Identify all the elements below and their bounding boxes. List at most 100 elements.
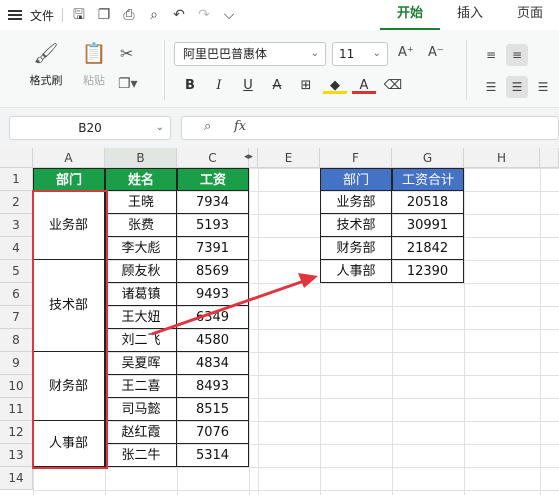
tab-page[interactable]: 页面 bbox=[500, 0, 559, 30]
print-icon[interactable]: ⎙ bbox=[121, 7, 137, 23]
name-cell[interactable]: 王二喜 bbox=[105, 375, 177, 398]
save-icon[interactable]: 🖫 bbox=[71, 7, 87, 23]
header-cell[interactable]: 工资 bbox=[177, 168, 249, 191]
align-left-icon[interactable]: ☰ bbox=[480, 76, 502, 98]
font-name-select[interactable]: 阿里巴巴普惠体 ⌄ bbox=[174, 42, 326, 66]
column-header-g[interactable]: G bbox=[392, 148, 464, 168]
export-pdf-icon[interactable]: ❐ bbox=[96, 7, 112, 23]
name-cell[interactable]: 司马懿 bbox=[105, 398, 177, 421]
align-center-icon[interactable]: ☰ bbox=[506, 76, 528, 98]
column-resize-icon[interactable]: ◂▸ bbox=[244, 152, 253, 162]
bold-icon[interactable]: B bbox=[178, 76, 202, 96]
salary-cell[interactable]: 7391 bbox=[177, 237, 249, 260]
header-cell[interactable]: 部门 bbox=[33, 168, 105, 191]
paste-button[interactable]: 📋 粘贴 bbox=[74, 40, 114, 88]
salary-cell[interactable]: 6349 bbox=[177, 306, 249, 329]
name-cell[interactable]: 赵红霞 bbox=[105, 421, 177, 444]
menu-icon[interactable] bbox=[8, 10, 22, 20]
row-header-13[interactable]: 13 bbox=[0, 444, 33, 467]
department-merged-cell[interactable]: 业务部 bbox=[33, 191, 105, 260]
tab-home[interactable]: 开始 bbox=[380, 0, 440, 30]
department-merged-cell[interactable]: 技术部 bbox=[33, 260, 105, 352]
underline-icon[interactable]: U bbox=[236, 76, 260, 96]
fill-color-icon[interactable]: ◆ bbox=[323, 76, 347, 94]
salary-cell[interactable]: 8569 bbox=[177, 260, 249, 283]
redo-icon[interactable]: ↷ bbox=[196, 7, 212, 23]
salary-cell[interactable]: 7934 bbox=[177, 191, 249, 214]
salary-cell[interactable]: 9493 bbox=[177, 283, 249, 306]
department-merged-cell[interactable]: 财务部 bbox=[33, 352, 105, 421]
align-right-icon[interactable]: ☰ bbox=[532, 76, 554, 98]
department-merged-cell[interactable]: 人事部 bbox=[33, 421, 105, 467]
font-color-icon[interactable]: A bbox=[352, 76, 376, 94]
header-cell[interactable]: 姓名 bbox=[105, 168, 177, 191]
row-header-3[interactable]: 3 bbox=[0, 214, 33, 237]
increase-font-icon[interactable]: A⁺ bbox=[398, 45, 414, 60]
column-header-a[interactable]: A bbox=[33, 148, 105, 168]
print-preview-icon[interactable]: ⌕ bbox=[146, 7, 162, 23]
column-header-e[interactable]: E bbox=[258, 148, 320, 168]
name-cell[interactable]: 顾友秋 bbox=[105, 260, 177, 283]
salary-cell[interactable]: 4580 bbox=[177, 329, 249, 352]
spreadsheet-grid[interactable]: A B C E F G H ◂▸ 1 2 3 4 5 6 7 8 9 10 11 12 13 14 部门 姓名 工资 王晓 7934… bbox=[0, 148, 559, 495]
file-menu[interactable]: 文件 bbox=[30, 7, 54, 24]
row-header-1[interactable]: 1 bbox=[0, 168, 33, 191]
name-box[interactable]: B20 ⌄ bbox=[9, 116, 171, 140]
font-size-select[interactable]: 11 ⌄ bbox=[332, 42, 388, 66]
name-cell[interactable]: 王大妞 bbox=[105, 306, 177, 329]
chevron-down-icon[interactable]: ⌵ bbox=[221, 7, 237, 23]
salary-cell[interactable]: 7076 bbox=[177, 421, 249, 444]
select-all-corner[interactable] bbox=[0, 148, 33, 168]
column-header-f[interactable]: F bbox=[320, 148, 392, 168]
row-header-2[interactable]: 2 bbox=[0, 191, 33, 214]
salary-cell[interactable]: 8515 bbox=[177, 398, 249, 421]
row-header-4[interactable]: 4 bbox=[0, 237, 33, 260]
name-cell[interactable]: 张费 bbox=[105, 214, 177, 237]
salary-cell[interactable]: 8493 bbox=[177, 375, 249, 398]
summary-dept-cell[interactable]: 财务部 bbox=[320, 237, 392, 260]
name-cell[interactable]: 吴夏晖 bbox=[105, 352, 177, 375]
name-cell[interactable]: 张二牛 bbox=[105, 444, 177, 467]
salary-cell[interactable]: 5193 bbox=[177, 214, 249, 237]
summary-header-cell[interactable]: 部门 bbox=[320, 168, 392, 191]
fx-icon[interactable]: fx bbox=[234, 119, 246, 134]
cut-icon[interactable]: ✂ bbox=[120, 44, 133, 63]
copy-icon[interactable]: ❐▾ bbox=[118, 76, 138, 92]
row-header-9[interactable]: 9 bbox=[0, 352, 33, 375]
undo-icon[interactable]: ↶ bbox=[171, 7, 187, 23]
eraser-icon[interactable]: ⌫ bbox=[381, 76, 405, 96]
tab-insert[interactable]: 插入 bbox=[440, 0, 500, 30]
decrease-font-icon[interactable]: A⁻ bbox=[428, 45, 444, 60]
summary-dept-cell[interactable]: 业务部 bbox=[320, 191, 392, 214]
salary-cell[interactable]: 4834 bbox=[177, 352, 249, 375]
summary-total-cell[interactable]: 30991 bbox=[392, 214, 464, 237]
summary-total-cell[interactable]: 20518 bbox=[392, 191, 464, 214]
name-cell[interactable]: 诸葛镇 bbox=[105, 283, 177, 306]
row-header-12[interactable]: 12 bbox=[0, 421, 33, 444]
summary-dept-cell[interactable]: 技术部 bbox=[320, 214, 392, 237]
summary-dept-cell[interactable]: 人事部 bbox=[320, 260, 392, 283]
name-cell[interactable]: 刘二飞 bbox=[105, 329, 177, 352]
summary-header-cell[interactable]: 工资合计 bbox=[392, 168, 464, 191]
name-cell[interactable]: 李大彪 bbox=[105, 237, 177, 260]
row-header-6[interactable]: 6 bbox=[0, 283, 33, 306]
zoom-icon[interactable]: ⌕ bbox=[204, 119, 211, 134]
borders-icon[interactable]: ⊞ bbox=[294, 76, 318, 96]
summary-total-cell[interactable]: 12390 bbox=[392, 260, 464, 283]
name-cell[interactable]: 王晓 bbox=[105, 191, 177, 214]
italic-icon[interactable]: I bbox=[207, 76, 231, 96]
row-header-5[interactable]: 5 bbox=[0, 260, 33, 283]
strikethrough-icon[interactable]: A bbox=[265, 76, 289, 96]
column-header-b[interactable]: B bbox=[105, 148, 177, 168]
row-header-7[interactable]: 7 bbox=[0, 306, 33, 329]
row-header-8[interactable]: 8 bbox=[0, 329, 33, 352]
salary-cell[interactable]: 5314 bbox=[177, 444, 249, 467]
summary-total-cell[interactable]: 21842 bbox=[392, 237, 464, 260]
row-header-10[interactable]: 10 bbox=[0, 375, 33, 398]
column-header-c[interactable]: C bbox=[177, 148, 249, 168]
formula-input[interactable]: ⌕ fx bbox=[181, 116, 559, 140]
align-top-icon[interactable]: ≡ bbox=[480, 44, 502, 66]
align-middle-icon[interactable]: ≡ bbox=[506, 44, 528, 66]
row-header-14[interactable]: 14 bbox=[0, 467, 33, 490]
format-painter-button[interactable]: 🖌 格式刷 bbox=[22, 40, 70, 88]
